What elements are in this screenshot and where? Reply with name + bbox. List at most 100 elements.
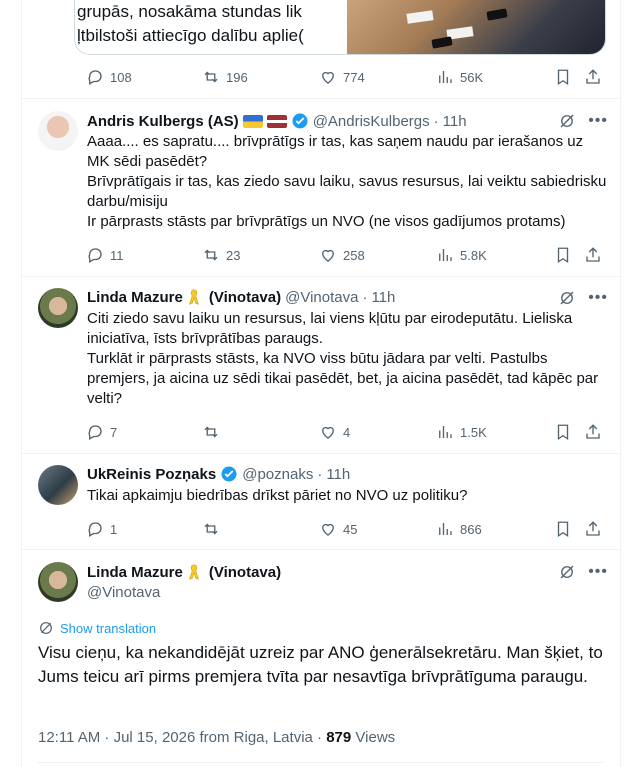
reply-icon (88, 522, 102, 537)
share-icon (586, 424, 600, 439)
tweet-media-card[interactable]: grupās, nosakāma stundas lik ļtbilstoši … (74, 0, 606, 55)
tweet-actions: 1 45 866 (74, 519, 605, 539)
bookmark-button[interactable] (554, 423, 572, 441)
avatar[interactable] (38, 288, 78, 328)
like-button[interactable]: 774 (319, 68, 365, 86)
bar-chart-icon (439, 426, 452, 438)
divider (22, 276, 620, 277)
repost-count: 23 (226, 247, 241, 263)
views-button[interactable]: 1.5K (436, 423, 487, 441)
bookmark-icon (557, 69, 569, 86)
views-button[interactable]: 56K (436, 68, 483, 86)
bookmark-icon (557, 424, 569, 441)
like-button[interactable]: 4 (319, 423, 350, 441)
view-count: 866 (460, 521, 482, 537)
tweet-actions: 7 4 1.5K (74, 422, 605, 442)
reply-button[interactable]: 1 (86, 520, 117, 538)
repost-button[interactable]: 196 (202, 68, 248, 86)
heart-icon (322, 71, 334, 84)
author-handle[interactable]: @poznaks (242, 466, 313, 483)
repost-button[interactable] (202, 423, 220, 441)
timeline-left-border (21, 0, 22, 767)
author-name-suffix[interactable]: (Vinotava) (209, 289, 281, 306)
tweet-time[interactable]: 11h (443, 113, 467, 130)
tweet-top-actions: ••• (558, 288, 608, 308)
reply-count: 7 (110, 424, 118, 440)
repost-icon (204, 249, 218, 261)
reply-icon (88, 248, 102, 263)
reply-icon (88, 70, 102, 85)
author-handle[interactable]: @Vinotava (285, 289, 358, 306)
repost-button[interactable] (202, 520, 220, 538)
separator-dot: · (317, 729, 327, 746)
bookmark-button[interactable] (554, 68, 572, 86)
share-button[interactable] (584, 423, 602, 441)
author-name[interactable]: Andris Kulbergs (AS) (87, 113, 239, 130)
bookmark-icon (557, 521, 569, 538)
author-name[interactable]: UkReinis Pozņaks (87, 466, 216, 483)
tweet-top-actions: ••• (558, 111, 608, 131)
divider (22, 549, 620, 550)
tweet-actions: 11 23 258 5.8K (74, 245, 605, 265)
divider (22, 98, 620, 99)
author-handle[interactable]: @Vinotava (87, 584, 160, 601)
author-name[interactable]: Linda Mazure (87, 564, 183, 581)
view-count: 56K (460, 69, 484, 85)
repost-button[interactable]: 23 (202, 246, 240, 264)
bookmark-icon (557, 247, 569, 264)
separator-dot: · (433, 112, 439, 130)
views-count: 879 (326, 729, 352, 746)
share-button[interactable] (584, 520, 602, 538)
tweet-time[interactable]: 11h (326, 466, 350, 483)
like-count: 4 (343, 424, 351, 440)
tweet-actions: 108 196 774 56K (74, 67, 605, 87)
reply-count: 108 (110, 69, 132, 85)
share-button[interactable] (584, 68, 602, 86)
tweet-paragraph: Ir pārprasts stāsts par brīvprātīgs un N… (87, 213, 566, 230)
grok-icon[interactable] (558, 289, 576, 307)
grok-icon[interactable] (558, 112, 576, 130)
bar-chart-icon (439, 249, 452, 261)
like-button[interactable]: 45 (319, 520, 357, 538)
tweet-header: Linda Mazure (Vinotava) @Vinotava · 11h (87, 287, 395, 307)
reply-button[interactable]: 7 (86, 423, 117, 441)
tweet-paragraph: Tikai apkaimju biedrības drīkst pāriet n… (87, 487, 468, 504)
share-button[interactable] (584, 246, 602, 264)
verified-badge-icon (221, 466, 237, 482)
views-button[interactable]: 5.8K (436, 246, 487, 264)
reply-button[interactable]: 11 (86, 246, 124, 264)
heart-icon (322, 523, 334, 536)
grok-icon[interactable] (558, 563, 576, 581)
avatar[interactable] (38, 562, 78, 602)
author-handle[interactable]: @AndrisKulbergs (313, 113, 430, 130)
flag-ukraine-icon (242, 114, 263, 128)
like-count: 45 (343, 521, 358, 537)
tweet-header: UkReinis Pozņaks @poznaks · 11h (87, 464, 350, 484)
tweet-timestamp[interactable]: 12:11 AM · Jul 15, 2026 from Riga, Latvi… (38, 729, 313, 746)
more-options-icon[interactable]: ••• (588, 290, 608, 306)
tweet-text: Tikai apkaimju biedrības drīkst pāriet n… (87, 486, 607, 506)
tweet-time[interactable]: 11h (371, 289, 395, 306)
bookmark-button[interactable] (554, 520, 572, 538)
avatar[interactable] (38, 111, 78, 151)
tweet-metadata: 12:11 AM · Jul 15, 2026 from Riga, Latvi… (38, 729, 395, 746)
heart-icon (322, 249, 334, 262)
bookmark-button[interactable] (554, 246, 572, 264)
author-name[interactable]: Linda Mazure (87, 289, 183, 306)
heart-icon (322, 426, 334, 439)
tweet-paragraph: Brīvprātīgais ir tas, kas ziedo savu lai… (87, 173, 607, 210)
author-name-suffix[interactable]: (Vinotava) (209, 564, 281, 581)
tweet-paragraph: Turklāt ir pārprasts stāsts, ka NVO viss… (87, 350, 599, 407)
repost-icon (204, 523, 218, 535)
more-options-icon[interactable]: ••• (588, 564, 608, 580)
show-translation-label[interactable]: Show translation (60, 621, 156, 636)
avatar[interactable] (38, 465, 78, 505)
flag-latvia-icon (266, 114, 287, 128)
reply-button[interactable]: 108 (86, 68, 132, 86)
bar-chart-icon (439, 71, 452, 83)
more-options-icon[interactable]: ••• (588, 113, 608, 129)
views-button[interactable]: 866 (436, 520, 482, 538)
like-button[interactable]: 258 (319, 246, 365, 264)
show-translation-link[interactable]: Show translation (38, 620, 156, 636)
divider (38, 762, 604, 763)
